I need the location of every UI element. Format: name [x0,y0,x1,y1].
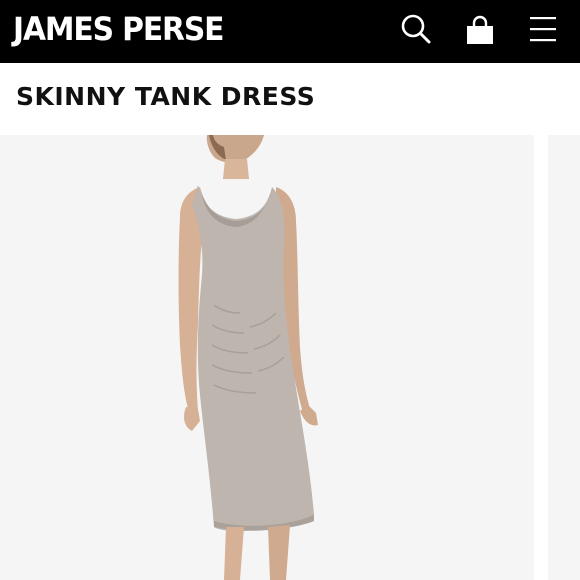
search-icon[interactable] [399,12,433,46]
site-header: JAMES PERSE [0,0,580,63]
model-wearing-dress-image [178,135,318,580]
next-product-photo-peek[interactable] [548,135,580,580]
hamburger-menu-icon[interactable] [526,13,560,47]
product-image-gallery[interactable] [0,135,580,580]
product-photo[interactable] [0,135,534,580]
product-title: SKINNY TANK DRESS [16,82,316,111]
brand-logo[interactable]: JAMES PERSE [13,9,225,49]
shopping-bag-icon[interactable] [463,14,497,48]
